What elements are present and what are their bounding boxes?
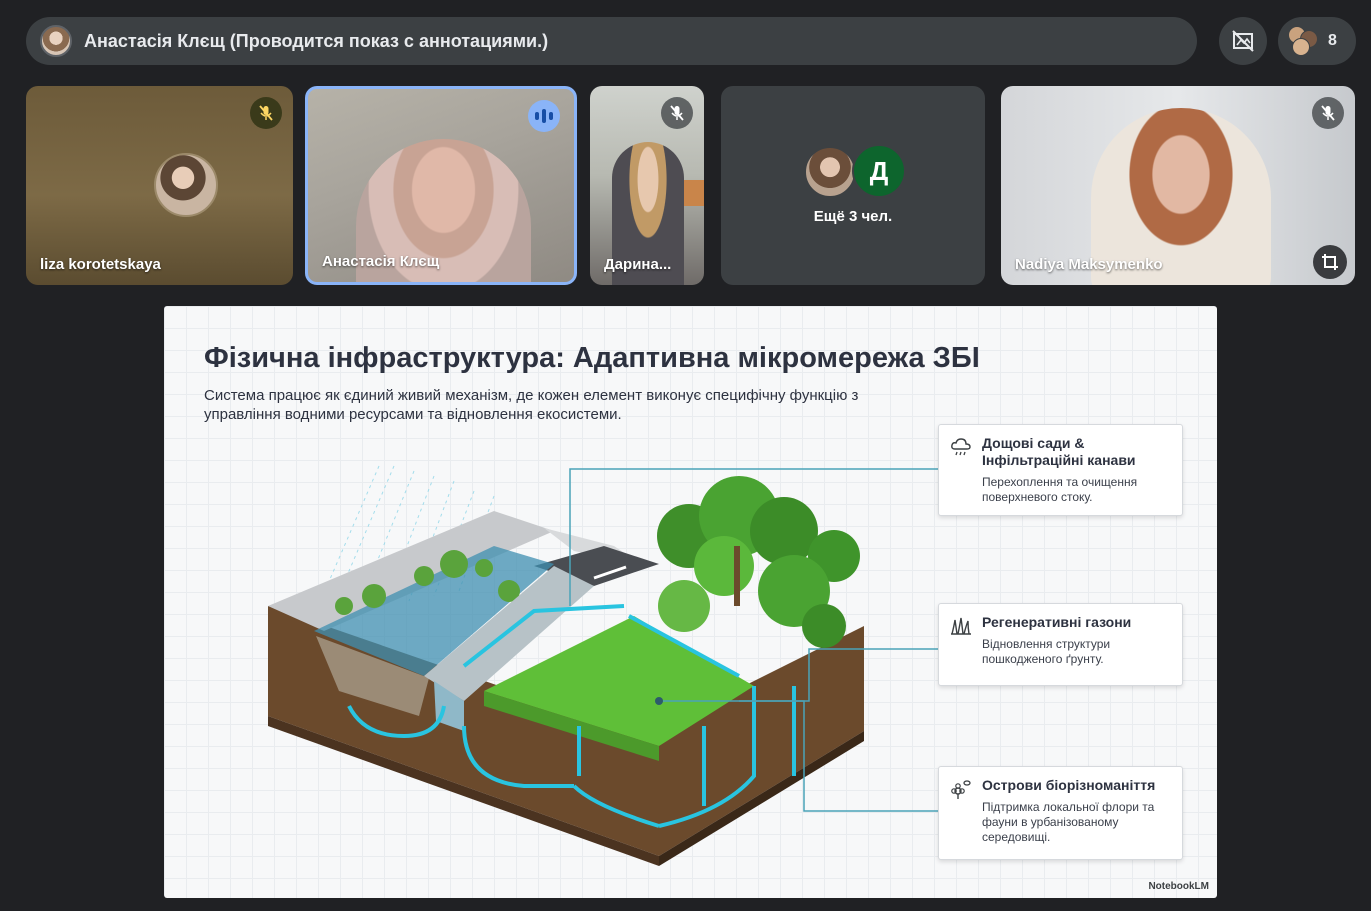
callout-rain-gardens: Дощові сади & Інфільтраційні канави Пере…	[938, 424, 1183, 516]
mic-off-badge	[1312, 97, 1344, 129]
annotation-off-button[interactable]	[1219, 17, 1267, 65]
participants-avatars	[1288, 26, 1318, 56]
participant-tile-daryna[interactable]: Дарина...	[590, 86, 704, 285]
grass-icon	[951, 617, 971, 635]
mic-off-badge	[250, 97, 282, 129]
annotation-off-icon	[1232, 30, 1254, 52]
mic-off-icon	[259, 105, 273, 121]
participants-button[interactable]: 8	[1278, 17, 1356, 65]
avatar	[154, 153, 218, 217]
bee-flower-icon	[951, 780, 971, 799]
crop-icon	[1322, 254, 1338, 270]
callout-body: Перехоплення та очищення поверхневого ст…	[982, 475, 1138, 504]
more-participants-tile[interactable]: Д Ещё 3 чел.	[721, 86, 985, 285]
callout-heading: Регенеративні газони	[982, 614, 1132, 630]
presenter-avatar	[40, 25, 72, 57]
notebooklm-brand: NotebookLM	[1148, 881, 1209, 892]
participants-count: 8	[1328, 32, 1337, 49]
presenter-banner-text: Анастасія Клєщ (Проводится показ с аннот…	[84, 30, 549, 51]
biodiversity-trees	[657, 476, 860, 648]
mic-off-icon	[1321, 105, 1335, 121]
callout-heading: Острови біорізноманіття	[982, 777, 1156, 793]
avatar-letter: Д	[852, 144, 906, 198]
more-participants-label: Ещё 3 чел.	[813, 208, 893, 225]
participant-name: Анастасія Клєщ	[322, 253, 440, 270]
rain-cloud-icon	[951, 438, 971, 456]
callout-heading: Дощові сади & Інфільтраційні канави	[982, 435, 1136, 468]
callout-regenerative-lawns: Регенеративні газони Відновлення структу…	[938, 603, 1183, 686]
presentation-slide: Фізична інфраструктура: Адаптивна мікром…	[164, 306, 1217, 898]
callout-body: Підтримка локальної флори та фауни в урб…	[982, 800, 1155, 844]
avatar	[804, 146, 856, 198]
presenter-banner[interactable]: Анастасія Клєщ (Проводится показ с аннот…	[26, 17, 1197, 65]
mic-off-badge	[661, 97, 693, 129]
participant-name: liza korotetskaya	[40, 256, 161, 273]
participant-tile-liza[interactable]: liza korotetskaya	[26, 86, 293, 285]
speaking-indicator	[528, 100, 560, 132]
meet-screen: Анастасія Клєщ (Проводится показ с аннот…	[0, 0, 1371, 911]
participant-tile-nadiya[interactable]: Nadiya Maksymenko	[1001, 86, 1355, 285]
avatar	[1292, 38, 1310, 56]
callout-biodiversity-islands: Острови біорізноманіття Підтримка локаль…	[938, 766, 1183, 860]
participant-name: Дарина...	[604, 256, 672, 273]
participant-name: Nadiya Maksymenko	[1015, 256, 1163, 273]
callout-body: Відновлення структури пошкодженого ґрунт…	[982, 637, 1111, 666]
mic-off-icon	[670, 105, 684, 121]
framing-button[interactable]	[1313, 245, 1347, 279]
participant-tile-anastasia[interactable]: Анастасія Клєщ	[305, 86, 577, 285]
